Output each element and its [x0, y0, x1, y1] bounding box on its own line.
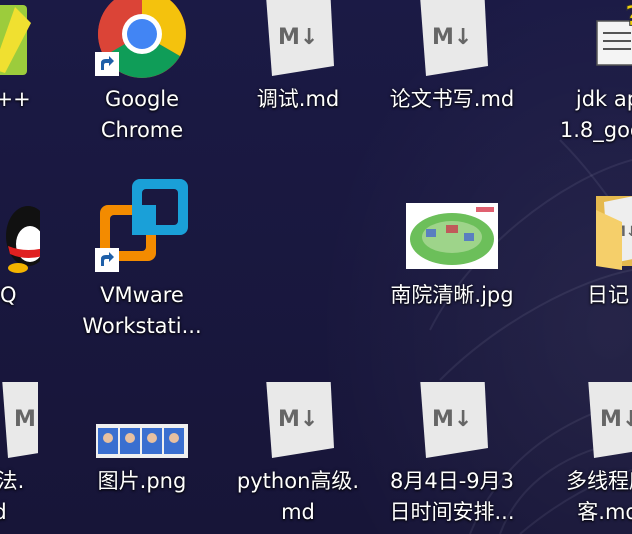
icon-label: ad++	[0, 87, 31, 111]
svg-text:M↓: M↓	[14, 407, 38, 432]
svg-text:?: ?	[625, 3, 632, 32]
image-thumbnail-icon	[80, 382, 204, 462]
google-chrome-shortcut[interactable]: Google Chrome	[80, 0, 204, 150]
multithread-crawler-md-file[interactable]: M↓ 多线程爬 客.md	[546, 382, 632, 532]
icon-label: jdk ap 1.8_goog	[559, 87, 632, 142]
icon-label: 8月4日-9月3 日时间安排...	[389, 469, 515, 524]
svg-text:M↓: M↓	[278, 25, 318, 50]
chrome-icon	[80, 0, 204, 80]
notepad-plus-plus-icon	[0, 0, 62, 80]
diary-folder[interactable]: M↓ 日记	[546, 196, 632, 346]
icon-label: 南院清晰.jpg	[390, 283, 514, 307]
vmware-workstation-shortcut[interactable]: VMware Workstati...	[80, 179, 204, 346]
markdown-file-icon: M↓	[546, 382, 632, 462]
vmware-icon	[80, 179, 204, 276]
shortcut-arrow-icon	[95, 52, 119, 76]
chm-help-file-icon: ?	[546, 0, 632, 80]
svg-text:M↓: M↓	[432, 25, 472, 50]
markdown-file-icon: M↓	[0, 382, 62, 462]
algorithm-md-file[interactable]: M↓ 算法. d	[0, 382, 62, 532]
debug-md-file[interactable]: M↓ 调试.md	[236, 0, 360, 150]
markdown-file-icon: M↓	[390, 382, 514, 462]
icon-label: QQ	[0, 283, 17, 307]
shortcut-arrow-icon	[95, 248, 119, 272]
icon-label: 多线程爬 客.md	[566, 469, 632, 524]
markdown-file-icon: M↓	[236, 382, 360, 462]
schedule-md-file[interactable]: M↓ 8月4日-9月3 日时间安排...	[389, 382, 515, 532]
icon-label: 图片.png	[97, 469, 187, 493]
icon-label: python高级. md	[236, 469, 360, 524]
markdown-file-icon: M↓	[236, 0, 360, 80]
python-advanced-md-file[interactable]: M↓ python高级. md	[236, 382, 360, 532]
icon-label: 算法. d	[0, 469, 25, 524]
svg-text:M↓: M↓	[600, 407, 632, 432]
image-thumbnail-icon	[390, 196, 514, 276]
icon-label: 日记	[587, 283, 629, 307]
markdown-file-icon: M↓	[390, 0, 514, 80]
icon-label: 调试.md	[256, 87, 340, 111]
notepad-plus-plus-shortcut[interactable]: ad++	[0, 0, 62, 150]
qq-penguin-icon	[0, 196, 62, 276]
icon-label: Google Chrome	[100, 87, 184, 142]
icon-label: VMware Workstati...	[82, 283, 202, 338]
jdk-api-file[interactable]: ? jdk ap 1.8_goog	[546, 0, 632, 150]
thesis-writing-md-file[interactable]: M↓ 论文书写.md	[390, 0, 514, 150]
svg-text:M↓: M↓	[432, 407, 472, 432]
south-campus-jpg-file[interactable]: 南院清晰.jpg	[390, 196, 514, 346]
svg-text:M↓: M↓	[278, 407, 318, 432]
qq-shortcut[interactable]: QQ	[0, 196, 62, 346]
pictures-png-file[interactable]: 图片.png	[80, 382, 204, 532]
folder-icon: M↓	[546, 196, 632, 276]
icon-label: 论文书写.md	[389, 87, 515, 111]
